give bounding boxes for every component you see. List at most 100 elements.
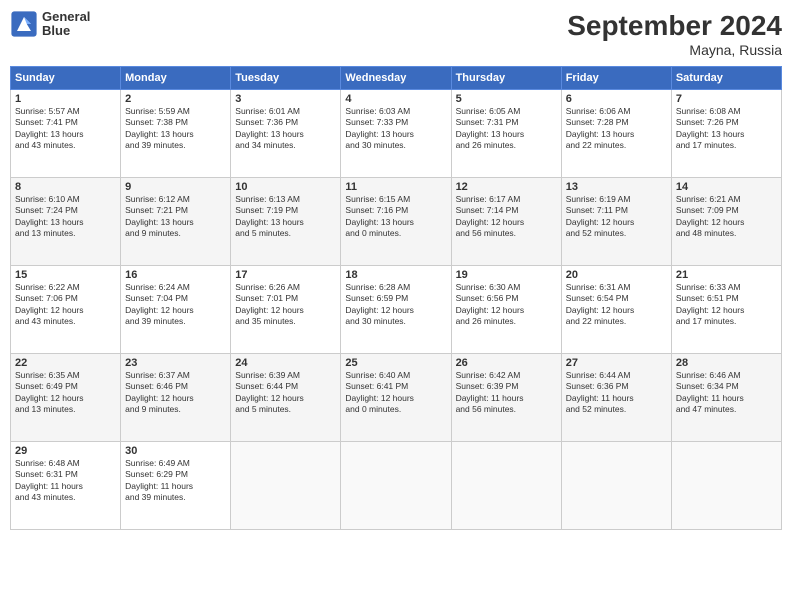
- day-info: Sunrise: 6:13 AM Sunset: 7:19 PM Dayligh…: [235, 194, 336, 240]
- day-info: Sunrise: 6:33 AM Sunset: 6:51 PM Dayligh…: [676, 282, 777, 328]
- day-number: 1: [15, 93, 116, 105]
- day-number: 28: [676, 357, 777, 369]
- calendar-cell: [671, 442, 781, 530]
- day-number: 24: [235, 357, 336, 369]
- day-info: Sunrise: 6:42 AM Sunset: 6:39 PM Dayligh…: [456, 370, 557, 416]
- day-number: 19: [456, 269, 557, 281]
- calendar-cell: 15Sunrise: 6:22 AM Sunset: 7:06 PM Dayli…: [11, 266, 121, 354]
- day-info: Sunrise: 6:37 AM Sunset: 6:46 PM Dayligh…: [125, 370, 226, 416]
- day-number: 4: [345, 93, 446, 105]
- calendar-cell: [341, 442, 451, 530]
- day-number: 7: [676, 93, 777, 105]
- day-info: Sunrise: 6:06 AM Sunset: 7:28 PM Dayligh…: [566, 106, 667, 152]
- calendar-cell: [561, 442, 671, 530]
- day-info: Sunrise: 6:40 AM Sunset: 6:41 PM Dayligh…: [345, 370, 446, 416]
- calendar-cell: 18Sunrise: 6:28 AM Sunset: 6:59 PM Dayli…: [341, 266, 451, 354]
- day-info: Sunrise: 6:26 AM Sunset: 7:01 PM Dayligh…: [235, 282, 336, 328]
- day-info: Sunrise: 6:22 AM Sunset: 7:06 PM Dayligh…: [15, 282, 116, 328]
- day-info: Sunrise: 6:17 AM Sunset: 7:14 PM Dayligh…: [456, 194, 557, 240]
- day-info: Sunrise: 6:24 AM Sunset: 7:04 PM Dayligh…: [125, 282, 226, 328]
- weekday-header: Thursday: [451, 67, 561, 90]
- day-number: 5: [456, 93, 557, 105]
- calendar-cell: 24Sunrise: 6:39 AM Sunset: 6:44 PM Dayli…: [231, 354, 341, 442]
- weekday-header: Wednesday: [341, 67, 451, 90]
- day-number: 23: [125, 357, 226, 369]
- day-info: Sunrise: 6:30 AM Sunset: 6:56 PM Dayligh…: [456, 282, 557, 328]
- logo-text: General Blue: [42, 10, 90, 39]
- day-number: 2: [125, 93, 226, 105]
- day-info: Sunrise: 6:35 AM Sunset: 6:49 PM Dayligh…: [15, 370, 116, 416]
- day-number: 15: [15, 269, 116, 281]
- day-number: 25: [345, 357, 446, 369]
- calendar-cell: 21Sunrise: 6:33 AM Sunset: 6:51 PM Dayli…: [671, 266, 781, 354]
- day-info: Sunrise: 6:46 AM Sunset: 6:34 PM Dayligh…: [676, 370, 777, 416]
- day-info: Sunrise: 5:57 AM Sunset: 7:41 PM Dayligh…: [15, 106, 116, 152]
- day-info: Sunrise: 5:59 AM Sunset: 7:38 PM Dayligh…: [125, 106, 226, 152]
- calendar-cell: 8Sunrise: 6:10 AM Sunset: 7:24 PM Daylig…: [11, 178, 121, 266]
- calendar-week-row: 22Sunrise: 6:35 AM Sunset: 6:49 PM Dayli…: [11, 354, 782, 442]
- calendar-cell: 28Sunrise: 6:46 AM Sunset: 6:34 PM Dayli…: [671, 354, 781, 442]
- day-number: 16: [125, 269, 226, 281]
- logo-line1: General: [42, 10, 90, 24]
- day-number: 22: [15, 357, 116, 369]
- day-info: Sunrise: 6:05 AM Sunset: 7:31 PM Dayligh…: [456, 106, 557, 152]
- day-number: 18: [345, 269, 446, 281]
- day-number: 8: [15, 181, 116, 193]
- day-info: Sunrise: 6:08 AM Sunset: 7:26 PM Dayligh…: [676, 106, 777, 152]
- day-info: Sunrise: 6:28 AM Sunset: 6:59 PM Dayligh…: [345, 282, 446, 328]
- day-number: 29: [15, 445, 116, 457]
- day-info: Sunrise: 6:49 AM Sunset: 6:29 PM Dayligh…: [125, 458, 226, 504]
- day-info: Sunrise: 6:31 AM Sunset: 6:54 PM Dayligh…: [566, 282, 667, 328]
- header: General Blue September 2024 Mayna, Russi…: [10, 10, 782, 58]
- day-number: 17: [235, 269, 336, 281]
- calendar-cell: 14Sunrise: 6:21 AM Sunset: 7:09 PM Dayli…: [671, 178, 781, 266]
- logo-line2: Blue: [42, 24, 90, 38]
- weekday-header: Saturday: [671, 67, 781, 90]
- calendar-cell: 30Sunrise: 6:49 AM Sunset: 6:29 PM Dayli…: [121, 442, 231, 530]
- calendar-title: September 2024: [567, 10, 782, 42]
- day-number: 20: [566, 269, 667, 281]
- weekday-header: Tuesday: [231, 67, 341, 90]
- calendar-cell: 2Sunrise: 5:59 AM Sunset: 7:38 PM Daylig…: [121, 90, 231, 178]
- day-info: Sunrise: 6:48 AM Sunset: 6:31 PM Dayligh…: [15, 458, 116, 504]
- day-info: Sunrise: 6:15 AM Sunset: 7:16 PM Dayligh…: [345, 194, 446, 240]
- calendar-cell: 13Sunrise: 6:19 AM Sunset: 7:11 PM Dayli…: [561, 178, 671, 266]
- calendar-cell: 25Sunrise: 6:40 AM Sunset: 6:41 PM Dayli…: [341, 354, 451, 442]
- day-info: Sunrise: 6:44 AM Sunset: 6:36 PM Dayligh…: [566, 370, 667, 416]
- day-number: 9: [125, 181, 226, 193]
- day-info: Sunrise: 6:12 AM Sunset: 7:21 PM Dayligh…: [125, 194, 226, 240]
- calendar-cell: 4Sunrise: 6:03 AM Sunset: 7:33 PM Daylig…: [341, 90, 451, 178]
- calendar-cell: 1Sunrise: 5:57 AM Sunset: 7:41 PM Daylig…: [11, 90, 121, 178]
- title-block: September 2024 Mayna, Russia: [567, 10, 782, 58]
- calendar-cell: 12Sunrise: 6:17 AM Sunset: 7:14 PM Dayli…: [451, 178, 561, 266]
- day-number: 30: [125, 445, 226, 457]
- weekday-header: Friday: [561, 67, 671, 90]
- calendar-subtitle: Mayna, Russia: [567, 42, 782, 58]
- day-number: 11: [345, 181, 446, 193]
- calendar-cell: 3Sunrise: 6:01 AM Sunset: 7:36 PM Daylig…: [231, 90, 341, 178]
- day-number: 12: [456, 181, 557, 193]
- calendar-cell: 9Sunrise: 6:12 AM Sunset: 7:21 PM Daylig…: [121, 178, 231, 266]
- calendar-cell: [231, 442, 341, 530]
- calendar-cell: 27Sunrise: 6:44 AM Sunset: 6:36 PM Dayli…: [561, 354, 671, 442]
- weekday-header-row: SundayMondayTuesdayWednesdayThursdayFrid…: [11, 67, 782, 90]
- calendar-cell: [451, 442, 561, 530]
- calendar-cell: 23Sunrise: 6:37 AM Sunset: 6:46 PM Dayli…: [121, 354, 231, 442]
- calendar-cell: 26Sunrise: 6:42 AM Sunset: 6:39 PM Dayli…: [451, 354, 561, 442]
- calendar-cell: 6Sunrise: 6:06 AM Sunset: 7:28 PM Daylig…: [561, 90, 671, 178]
- calendar-week-row: 15Sunrise: 6:22 AM Sunset: 7:06 PM Dayli…: [11, 266, 782, 354]
- logo-icon: [10, 10, 38, 38]
- calendar-cell: 7Sunrise: 6:08 AM Sunset: 7:26 PM Daylig…: [671, 90, 781, 178]
- day-number: 21: [676, 269, 777, 281]
- page: General Blue September 2024 Mayna, Russi…: [0, 0, 792, 612]
- day-info: Sunrise: 6:19 AM Sunset: 7:11 PM Dayligh…: [566, 194, 667, 240]
- calendar-week-row: 1Sunrise: 5:57 AM Sunset: 7:41 PM Daylig…: [11, 90, 782, 178]
- calendar-cell: 11Sunrise: 6:15 AM Sunset: 7:16 PM Dayli…: [341, 178, 451, 266]
- day-info: Sunrise: 6:39 AM Sunset: 6:44 PM Dayligh…: [235, 370, 336, 416]
- day-info: Sunrise: 6:01 AM Sunset: 7:36 PM Dayligh…: [235, 106, 336, 152]
- weekday-header: Sunday: [11, 67, 121, 90]
- day-number: 3: [235, 93, 336, 105]
- day-info: Sunrise: 6:10 AM Sunset: 7:24 PM Dayligh…: [15, 194, 116, 240]
- calendar-cell: 16Sunrise: 6:24 AM Sunset: 7:04 PM Dayli…: [121, 266, 231, 354]
- calendar-cell: 29Sunrise: 6:48 AM Sunset: 6:31 PM Dayli…: [11, 442, 121, 530]
